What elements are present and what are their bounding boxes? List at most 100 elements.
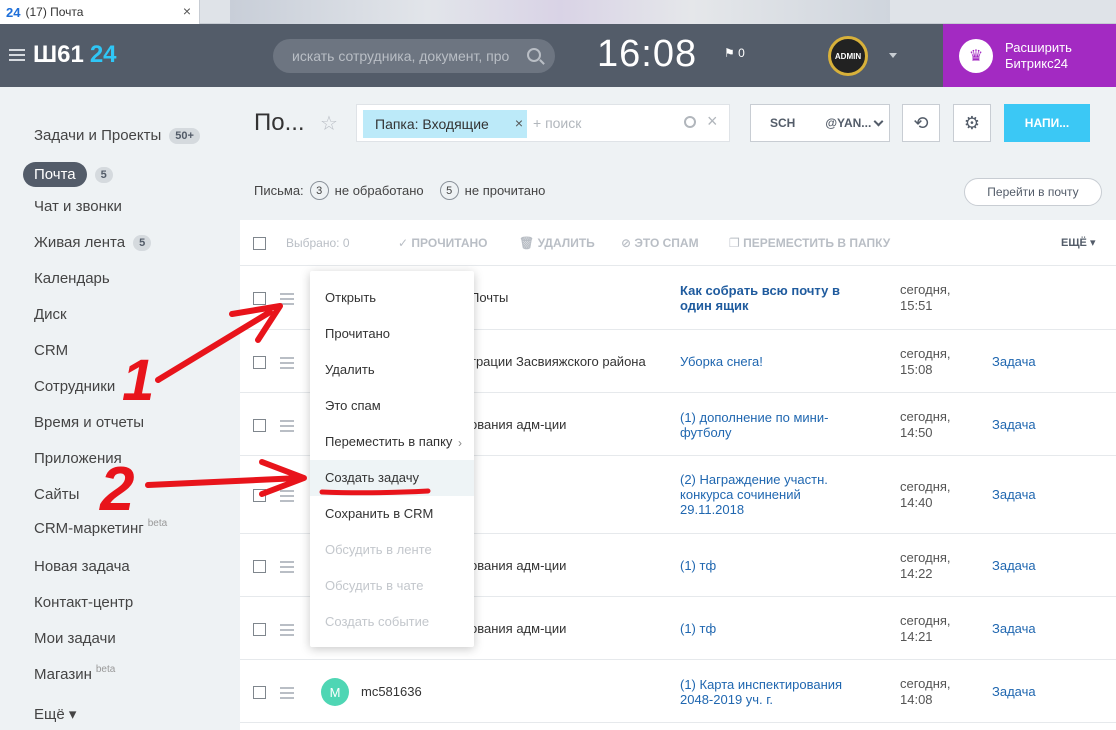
move-action[interactable]: ❐ ПЕРЕМЕСТИТЬ В ПАПКУ bbox=[729, 236, 890, 250]
row-subject[interactable]: (2) Награждение участн. конкурса сочинени… bbox=[680, 472, 870, 517]
menu-burger-icon[interactable] bbox=[9, 49, 25, 61]
row-task-link[interactable]: Задача bbox=[992, 487, 1036, 502]
row-menu-icon[interactable] bbox=[280, 420, 294, 435]
row-subject[interactable]: Как собрать всю почту в один ящик bbox=[680, 283, 870, 313]
mark-read-action[interactable]: ✓ ПРОЧИТАНО bbox=[398, 236, 488, 250]
beta-badge: beta bbox=[147, 518, 168, 529]
row-checkbox[interactable] bbox=[253, 623, 266, 636]
row-checkbox[interactable] bbox=[253, 560, 266, 573]
context-menu-item[interactable]: Создать задачу bbox=[325, 470, 419, 485]
spam-action[interactable]: ⊘ ЭТО СПАМ bbox=[621, 236, 699, 250]
row-date: сегодня, 14:08 bbox=[900, 676, 951, 708]
row-sender[interactable]: ования адм-ции bbox=[470, 558, 566, 573]
row-menu-icon[interactable] bbox=[280, 687, 294, 702]
sidebar-item[interactable]: Сайты bbox=[34, 486, 79, 503]
row-checkbox[interactable] bbox=[253, 419, 266, 432]
unprocessed-count[interactable]: 3 bbox=[309, 181, 329, 200]
sidebar-item[interactable]: Задачи и Проекты 50+ bbox=[34, 127, 200, 144]
row-sender[interactable]: ования адм-ции bbox=[470, 417, 566, 432]
unread-count[interactable]: 5 bbox=[439, 181, 459, 200]
context-menu-item[interactable]: Сохранить в CRM bbox=[325, 506, 433, 521]
sidebar-item[interactable]: Приложения bbox=[34, 450, 122, 467]
user-menu-chevron-down-icon[interactable] bbox=[889, 53, 897, 58]
sidebar-item[interactable]: Ещё ▾ bbox=[34, 705, 76, 723]
filter-search-icon[interactable] bbox=[684, 116, 696, 128]
row-subject[interactable]: (1) Карта инспектирования 2048-2019 уч. г… bbox=[680, 677, 870, 707]
row-date-day: сегодня, bbox=[900, 479, 951, 494]
context-menu-item[interactable]: Это спам bbox=[325, 398, 381, 413]
mailbox-selector[interactable]: SCH @YAN... bbox=[750, 104, 890, 142]
sidebar-item-label: Магазин bbox=[34, 666, 92, 683]
filter-search[interactable]: Папка: Входящие × + поиск × bbox=[356, 104, 730, 142]
browser-tab[interactable]: 24 (17) Почта × bbox=[0, 0, 200, 24]
flag-counter[interactable]: ⚑ 0 bbox=[724, 46, 745, 60]
row-task-link[interactable]: Задача bbox=[992, 417, 1036, 432]
filter-clear-icon[interactable]: × bbox=[707, 111, 718, 132]
row-menu-icon[interactable] bbox=[280, 561, 294, 576]
row-task-link[interactable]: Задача bbox=[992, 558, 1036, 573]
row-menu-icon[interactable] bbox=[280, 357, 294, 372]
mail-row[interactable]: Mmc581636 (1) Карта инспектирования 2048-2… bbox=[240, 660, 1116, 723]
upgrade-line1: Расширить bbox=[1005, 39, 1072, 55]
delete-action[interactable]: 🗑 УДАЛИТЬ bbox=[519, 236, 595, 250]
tab-favicon: 24 bbox=[6, 4, 21, 20]
refresh-button[interactable]: ⟲ bbox=[902, 104, 940, 142]
row-date-time: 14:22 bbox=[900, 566, 933, 581]
row-sender[interactable]: трации Засвияжского района bbox=[470, 354, 646, 369]
favorite-star-icon[interactable]: ☆ bbox=[320, 111, 338, 136]
sidebar-item[interactable]: Почта 5 bbox=[23, 162, 113, 187]
row-checkbox[interactable] bbox=[253, 356, 266, 369]
filter-chip-close-icon[interactable]: × bbox=[515, 115, 523, 131]
row-task-link[interactable]: Задача bbox=[992, 621, 1036, 636]
sidebar-item[interactable]: CRM-маркетинг beta bbox=[34, 518, 168, 537]
row-menu-icon[interactable] bbox=[280, 624, 294, 639]
sidebar-item[interactable]: Контакт-центр bbox=[34, 594, 133, 611]
context-menu-item: Создать событие bbox=[325, 614, 430, 629]
row-sender[interactable]: mc581636 bbox=[361, 684, 422, 699]
row-subject[interactable]: (1) тф bbox=[680, 621, 870, 636]
filter-search-placeholder[interactable]: + поиск bbox=[533, 115, 581, 131]
row-subject[interactable]: (1) дополнение по мини-футболу bbox=[680, 410, 870, 440]
sidebar-item[interactable]: Магазин beta bbox=[34, 664, 115, 683]
write-button[interactable]: НАПИ... bbox=[1004, 104, 1090, 142]
row-checkbox[interactable] bbox=[253, 489, 266, 502]
go-to-mail-button[interactable]: Перейти в почту bbox=[964, 178, 1102, 206]
select-all-checkbox[interactable] bbox=[253, 237, 266, 250]
sidebar-item[interactable]: Мои задачи bbox=[34, 630, 116, 647]
row-subject[interactable]: (1) тф bbox=[680, 558, 870, 573]
upgrade-button[interactable]: ♛ Расширить Битрикс24 bbox=[943, 24, 1116, 87]
row-subject[interactable]: Уборка снега! bbox=[680, 354, 870, 369]
portal-logo[interactable]: Ш61 24 bbox=[33, 41, 117, 69]
context-menu-item[interactable]: Переместить в папку bbox=[325, 434, 452, 449]
settings-button[interactable]: ⚙ bbox=[953, 104, 991, 142]
unread-label[interactable]: не прочитано bbox=[465, 183, 546, 198]
filter-chip-folder[interactable]: Папка: Входящие × bbox=[363, 110, 527, 138]
context-menu-item[interactable]: Прочитано bbox=[325, 326, 390, 341]
sidebar-item[interactable]: Время и отчеты bbox=[34, 414, 144, 431]
sidebar-item[interactable]: Диск bbox=[34, 306, 67, 323]
context-menu-item[interactable]: Открыть bbox=[325, 290, 376, 305]
row-task-link[interactable]: Задача bbox=[992, 354, 1036, 369]
sidebar-item[interactable]: CRM bbox=[34, 342, 68, 359]
clock[interactable]: 16:08 bbox=[597, 33, 697, 76]
more-actions[interactable]: ЕЩЁ ▾ bbox=[1061, 236, 1095, 249]
tab-close-icon[interactable]: × bbox=[183, 3, 191, 19]
sidebar-item[interactable]: Новая задача bbox=[34, 558, 130, 575]
sidebar-item[interactable]: Живая лента 5 bbox=[34, 234, 152, 251]
row-menu-icon[interactable] bbox=[280, 293, 294, 308]
user-avatar[interactable]: ADMIN bbox=[828, 36, 868, 76]
global-search-input[interactable]: искать сотрудника, документ, про bbox=[273, 39, 555, 73]
row-checkbox[interactable] bbox=[253, 686, 266, 699]
sidebar-item[interactable]: Календарь bbox=[34, 270, 110, 287]
row-task-link[interactable]: Задача bbox=[992, 684, 1036, 699]
sidebar-item[interactable]: Чат и звонки bbox=[34, 198, 122, 215]
row-checkbox[interactable] bbox=[253, 292, 266, 305]
row-menu-icon[interactable] bbox=[280, 490, 294, 505]
context-menu-item[interactable]: Удалить bbox=[325, 362, 375, 377]
sidebar-item[interactable]: Сотрудники bbox=[34, 378, 115, 395]
unprocessed-label[interactable]: не обработано bbox=[335, 183, 424, 198]
search-icon[interactable] bbox=[527, 48, 541, 62]
row-sender[interactable]: ования адм-ции bbox=[470, 621, 566, 636]
tab-title: (17) Почта bbox=[25, 5, 84, 19]
row-sender[interactable]: Почты bbox=[470, 290, 508, 305]
